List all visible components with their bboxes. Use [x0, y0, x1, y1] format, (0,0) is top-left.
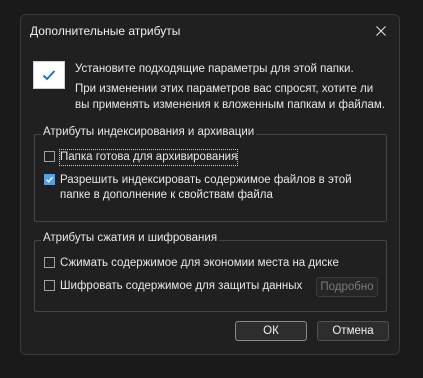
close-icon — [376, 26, 386, 36]
archive-option[interactable]: Папка готова для архивирования — [44, 149, 239, 166]
check-mark-icon — [46, 176, 54, 183]
compress-encrypt-group: Атрибуты сжатия и шифрования Сжимать сод… — [34, 232, 387, 312]
checkmark-icon — [42, 70, 56, 81]
dialog-title: Дополнительные атрибуты — [30, 24, 181, 38]
compress-label[interactable]: Сжимать содержимое для экономии места на… — [60, 256, 339, 271]
encrypt-label[interactable]: Шифровать содержимое для защиты данных — [60, 279, 302, 294]
title-bar: Дополнительные атрибуты — [21, 15, 399, 47]
encrypt-option[interactable]: Шифровать содержимое для защиты данных — [44, 279, 302, 294]
close-button[interactable] — [368, 19, 394, 43]
indexing-group-legend: Атрибуты индексирования и архивации — [41, 126, 257, 138]
details-button[interactable]: Подробно — [316, 277, 378, 297]
archive-checkbox[interactable] — [44, 151, 55, 162]
ok-button[interactable]: ОК — [235, 321, 307, 341]
index-option[interactable]: Разрешить индексировать содержимое файло… — [44, 173, 384, 203]
archive-label[interactable]: Папка готова для архивирования — [58, 149, 239, 166]
compress-checkbox[interactable] — [44, 257, 55, 268]
compress-option[interactable]: Сжимать содержимое для экономии места на… — [44, 256, 339, 271]
indexing-archive-group: Атрибуты индексирования и архивации Папк… — [34, 126, 387, 222]
cancel-button[interactable]: Отмена — [317, 321, 389, 341]
index-label[interactable]: Разрешить индексировать содержимое файло… — [60, 173, 384, 203]
encrypt-checkbox[interactable] — [44, 280, 55, 291]
intro-text: Установите подходящие параметры для этой… — [75, 61, 385, 113]
intro-sub-text: При изменении этих параметров вас спрося… — [75, 83, 385, 111]
attributes-illustration — [33, 61, 65, 89]
intro-main-text: Установите подходящие параметры для этой… — [75, 63, 354, 75]
compress-group-legend: Атрибуты сжатия и шифрования — [41, 232, 220, 244]
advanced-attributes-dialog: Дополнительные атрибуты Установите подхо… — [20, 14, 400, 355]
index-checkbox[interactable] — [44, 174, 55, 185]
